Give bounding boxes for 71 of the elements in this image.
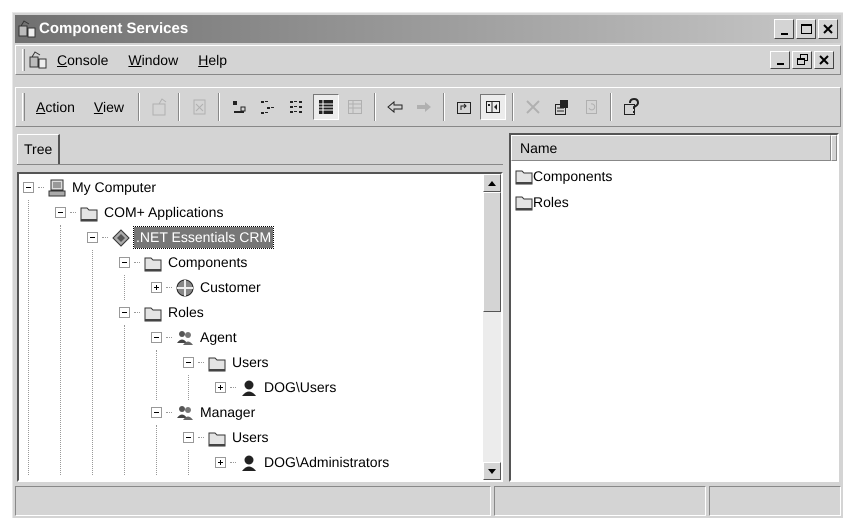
close-button[interactable] bbox=[818, 19, 838, 39]
tree-item[interactable]: Roles bbox=[166, 302, 206, 323]
computer-icon bbox=[48, 178, 66, 196]
people-icon bbox=[176, 404, 194, 422]
app-icon bbox=[18, 20, 36, 38]
maximize-icon bbox=[799, 22, 813, 36]
menu-item[interactable]: Window bbox=[122, 50, 184, 70]
toolbar-menu[interactable]: Action bbox=[28, 96, 83, 118]
app-icon[interactable] bbox=[29, 51, 47, 69]
list-item[interactable]: Roles bbox=[533, 192, 569, 212]
minimize-icon bbox=[780, 33, 788, 35]
tree-tab[interactable]: Tree bbox=[17, 134, 60, 164]
menu-item[interactable]: Console bbox=[51, 50, 114, 70]
close-icon bbox=[821, 22, 835, 36]
window-icon bbox=[150, 98, 168, 116]
minimize-icon bbox=[776, 63, 784, 65]
package-icon bbox=[112, 228, 130, 246]
person-icon bbox=[240, 378, 258, 396]
tree-item[interactable]: .NET Essentials CRM bbox=[134, 227, 274, 248]
toolbar-button[interactable] bbox=[480, 94, 506, 120]
tree-item[interactable]: Agent bbox=[198, 327, 239, 348]
menu-item[interactable]: Help bbox=[192, 50, 234, 70]
scroll-up-button[interactable] bbox=[483, 174, 501, 192]
people-icon bbox=[176, 328, 194, 346]
minimize-button[interactable] bbox=[774, 19, 794, 39]
list-item[interactable]: Components bbox=[533, 166, 612, 186]
details-icon bbox=[317, 98, 336, 116]
scroll-down-button[interactable] bbox=[483, 462, 501, 480]
expand-icon[interactable] bbox=[151, 282, 162, 293]
collapse-icon[interactable] bbox=[119, 307, 130, 318]
collapse-icon[interactable] bbox=[55, 207, 66, 218]
collapse-icon[interactable] bbox=[151, 407, 162, 418]
tree-item[interactable]: DOG\Users bbox=[262, 377, 338, 398]
collapse-icon[interactable] bbox=[183, 432, 194, 443]
collapse-icon[interactable] bbox=[23, 182, 34, 193]
window-title: Component Services bbox=[39, 18, 188, 39]
collapse-icon[interactable] bbox=[151, 332, 162, 343]
tree-item[interactable]: Components bbox=[166, 252, 250, 273]
tree-item[interactable]: Manager bbox=[198, 402, 258, 423]
grid-icon bbox=[346, 98, 364, 116]
expand-icon[interactable] bbox=[215, 382, 226, 393]
tree-item[interactable]: DOG\Administrators bbox=[262, 452, 392, 473]
delete-icon bbox=[524, 98, 542, 116]
large-icons-icon bbox=[230, 98, 248, 116]
tree-item[interactable]: Users bbox=[230, 427, 271, 448]
close-icon bbox=[817, 53, 831, 67]
toolbar-button[interactable] bbox=[313, 94, 340, 120]
collapse-icon[interactable] bbox=[87, 232, 98, 243]
left-arrow-icon bbox=[386, 98, 404, 116]
scroll-thumb[interactable] bbox=[483, 192, 501, 312]
person-icon bbox=[240, 454, 258, 472]
ball-icon bbox=[176, 278, 194, 296]
down-arrow-icon bbox=[488, 468, 496, 474]
close-button[interactable] bbox=[814, 51, 834, 69]
up-arrow-icon bbox=[488, 180, 496, 186]
expand-icon[interactable] bbox=[215, 457, 226, 468]
restore-icon bbox=[795, 53, 809, 67]
maximize-button[interactable] bbox=[796, 19, 816, 39]
collapse-icon[interactable] bbox=[183, 357, 194, 368]
help-icon bbox=[622, 98, 640, 116]
toolbar-menu[interactable]: View bbox=[86, 96, 132, 118]
tree-item[interactable]: COM+ Applications bbox=[102, 202, 226, 223]
tree-item[interactable]: My Computer bbox=[70, 177, 158, 198]
minimize-button[interactable] bbox=[770, 51, 790, 69]
collapse-icon[interactable] bbox=[119, 257, 130, 268]
vertical-scrollbar[interactable] bbox=[483, 174, 501, 480]
tree-item[interactable]: Customer bbox=[198, 277, 263, 298]
restore-button[interactable] bbox=[792, 51, 812, 69]
panes-icon bbox=[484, 98, 502, 116]
column-header[interactable]: Name bbox=[511, 135, 831, 161]
tree-item[interactable]: Users bbox=[230, 352, 271, 373]
